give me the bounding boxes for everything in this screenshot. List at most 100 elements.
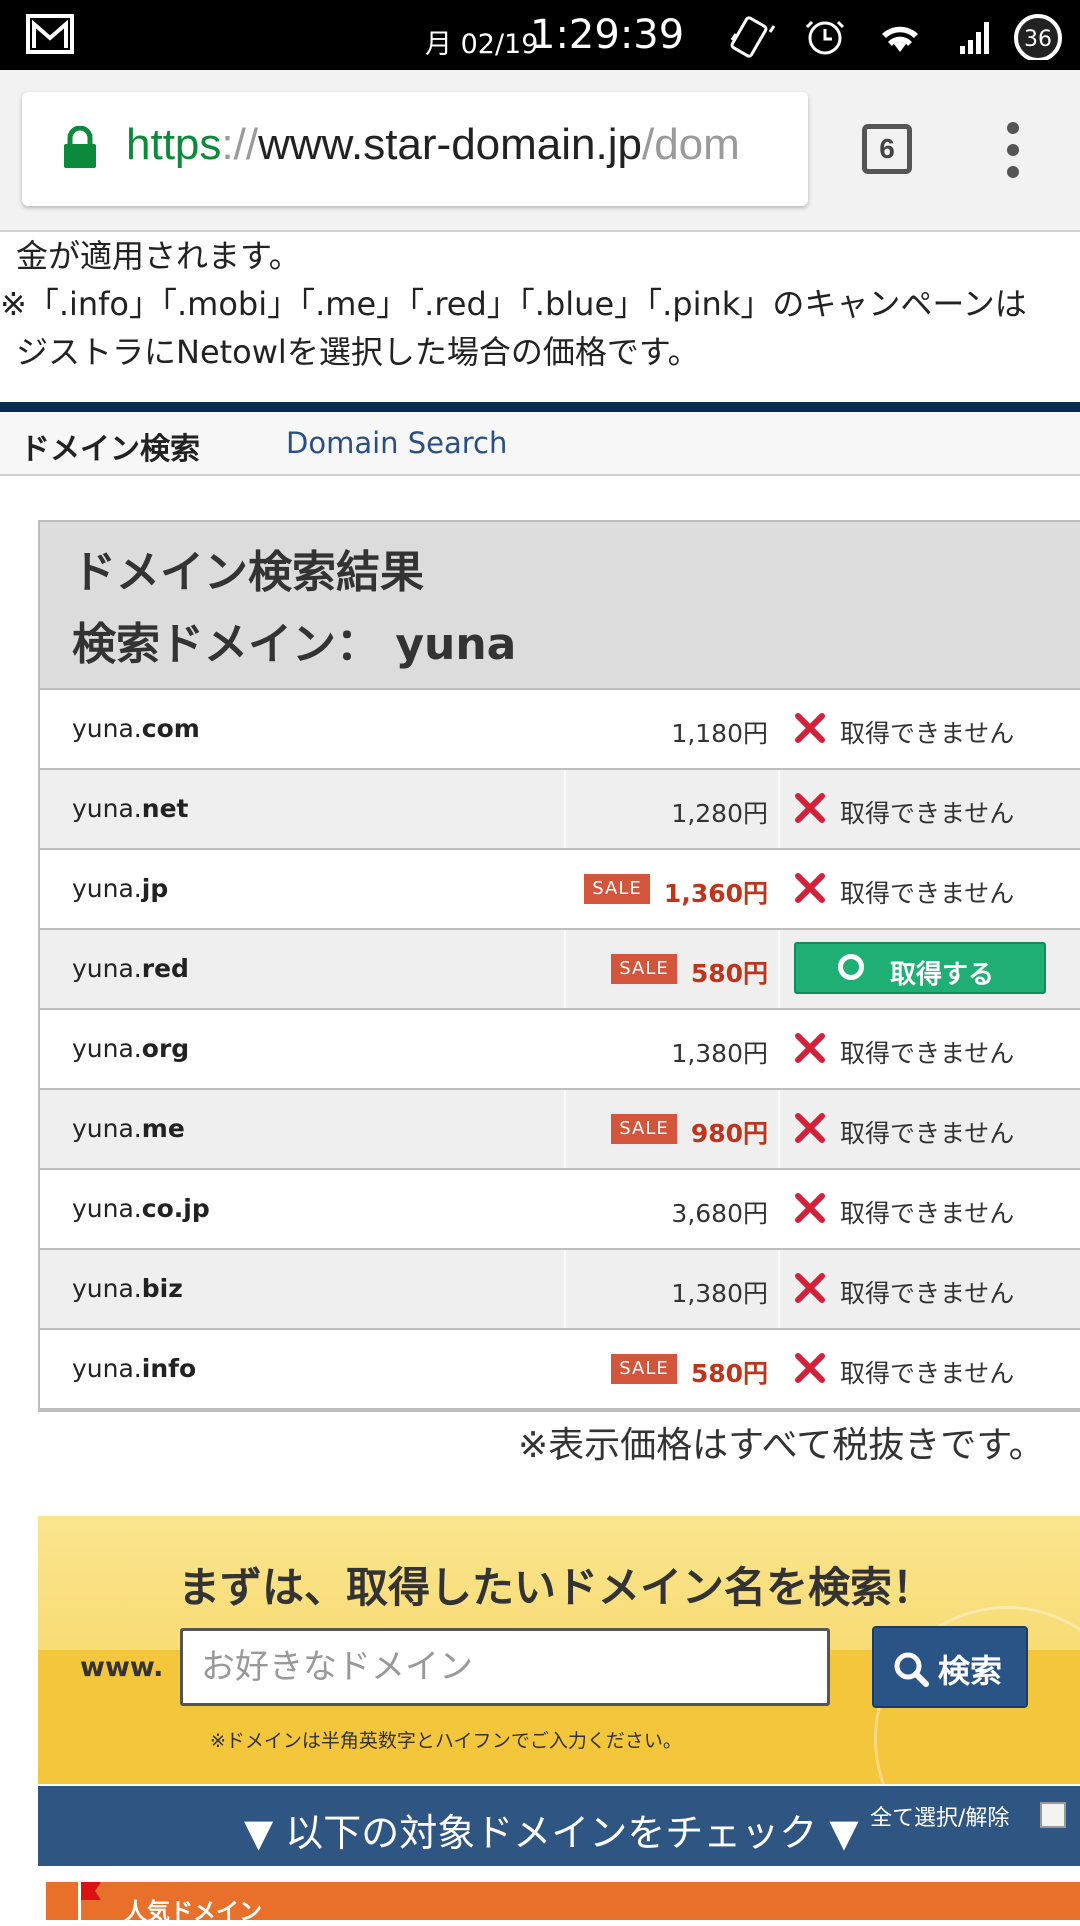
tab-switcher-button[interactable]: 6 — [862, 124, 912, 174]
domain-tld: red — [141, 954, 189, 983]
domain-price: 580円 — [690, 1359, 768, 1388]
get-domain-label: 取得する — [890, 960, 995, 990]
table-row: yuna.jp SALE 1,360円 取得できません — [40, 850, 1080, 930]
cell-divider — [778, 930, 780, 1008]
status-time: 1:29:39 — [530, 12, 685, 58]
tax-note: ※表示価格はすべて税抜きです。 — [518, 1425, 1045, 1466]
domain-label: yuna. — [72, 874, 142, 903]
cell-divider — [778, 1090, 780, 1168]
status-bar: 月 02/19 1:29:39 36 — [0, 0, 1080, 70]
wifi-icon — [882, 26, 918, 52]
overflow-menu-icon[interactable] — [1000, 122, 1026, 186]
results-query: 検索ドメイン： yuna — [72, 619, 517, 670]
unavailable-x-icon — [795, 793, 825, 823]
notice-line-3: ジストラにNetowlを選択した場合の価格です。 — [16, 333, 700, 371]
domain-name: yuna.me — [72, 1114, 185, 1143]
www-prefix: www. — [80, 1652, 164, 1683]
search-button[interactable]: 検索 — [872, 1626, 1028, 1708]
domain-label: yuna. — [72, 1274, 142, 1303]
url-bar[interactable]: https://www.star-domain.jp/dom — [22, 92, 808, 206]
results-header: ドメイン検索結果 検索ドメイン： yuna — [40, 522, 1080, 690]
sale-badge: SALE — [611, 1114, 677, 1144]
domain-price: 980円 — [690, 1119, 768, 1148]
cell-divider — [778, 690, 780, 768]
campaign-notice: 金が適用されます。 ※「.info」「.mobi」「.me」「.red」「.bl… — [0, 232, 1080, 402]
domain-name: yuna.red — [72, 954, 189, 983]
domain-tld: me — [141, 1114, 185, 1143]
circle-icon — [838, 954, 864, 980]
unavailable-x-icon — [795, 713, 825, 743]
cell-divider — [778, 1170, 780, 1248]
unavailable-status: 取得できません — [840, 719, 1015, 748]
url-path: /dom — [641, 120, 740, 169]
domain-label: yuna. — [72, 1354, 142, 1383]
unavailable-x-icon — [795, 1273, 825, 1303]
cell-divider — [778, 1250, 780, 1328]
results-rows: yuna.com 1,180円 取得できません yuna.net 1,280円 取得できま… — [40, 690, 1080, 1410]
cell-divider — [778, 1330, 780, 1408]
domain-name: yuna.biz — [72, 1274, 183, 1303]
search-hint: ※ドメインは半角英数字とハイフンでご入力ください。 — [210, 1730, 682, 1752]
cell-divider — [564, 1330, 566, 1408]
section-heading: ドメイン検索 Domain Search — [0, 412, 1080, 476]
domain-search-input[interactable] — [180, 1628, 830, 1706]
domain-price: 3,680円 — [671, 1199, 768, 1228]
status-icons: 36 — [730, 14, 1062, 60]
cell-divider — [564, 1170, 566, 1248]
table-row: yuna.net 1,280円 取得できません — [40, 770, 1080, 850]
browser-toolbar: https://www.star-domain.jp/dom 6 — [0, 70, 1080, 232]
url-scheme: https — [126, 120, 222, 169]
sale-badge: SALE — [611, 1354, 677, 1384]
unavailable-status: 取得できません — [840, 799, 1015, 828]
unavailable-status: 取得できません — [840, 1039, 1015, 1068]
cell-divider — [564, 1010, 566, 1088]
domain-label: yuna. — [72, 1034, 142, 1063]
domain-tld: net — [141, 794, 189, 823]
domain-tld: co.jp — [141, 1194, 210, 1223]
domain-name: yuna.info — [72, 1354, 196, 1383]
domain-price: 1,380円 — [671, 1039, 768, 1068]
url-host: www.star-domain.jp — [258, 120, 642, 169]
unavailable-x-icon — [795, 1113, 825, 1143]
cell-divider — [778, 1010, 780, 1088]
domain-label: yuna. — [72, 954, 142, 983]
gmail-icon — [26, 14, 74, 54]
domain-search-panel: まずは、取得したいドメイン名を検索！ www. 検索 ※ドメインは半角英数字とハ… — [38, 1516, 1080, 1784]
signal-icon — [960, 22, 989, 54]
check-domains-bar: ▼ 以下の対象ドメインをチェック ▼ 全て選択/解除 — [38, 1786, 1080, 1866]
unavailable-status: 取得できません — [840, 1199, 1015, 1228]
table-row: yuna.org 1,380円 取得できません — [40, 1010, 1080, 1090]
check-domains-label: ▼ 以下の対象ドメインをチェック ▼ — [244, 1811, 859, 1855]
unavailable-x-icon — [795, 1353, 825, 1383]
domain-name: yuna.co.jp — [72, 1194, 210, 1223]
url-separator: :// — [221, 120, 259, 169]
domain-price: 580円 — [690, 959, 768, 988]
cell-divider — [564, 770, 566, 848]
url-text: https://www.star-domain.jp/dom — [126, 120, 740, 170]
domain-label: yuna. — [72, 794, 142, 823]
status-date: 月 02/19 — [425, 29, 539, 60]
domain-name: yuna.com — [72, 714, 200, 743]
unavailable-status: 取得できません — [840, 879, 1015, 908]
search-headline: まずは、取得したいドメイン名を検索！ — [178, 1563, 935, 1612]
domain-name: yuna.jp — [72, 874, 168, 903]
section-heading-jp: ドメイン検索 — [20, 432, 200, 467]
table-row: yuna.me SALE 980円 取得できません — [40, 1090, 1080, 1170]
table-row: yuna.com 1,180円 取得できません — [40, 690, 1080, 770]
select-all-checkbox[interactable] — [1040, 1802, 1066, 1828]
domain-tld: info — [141, 1354, 197, 1383]
cell-divider — [778, 770, 780, 848]
domain-tld: com — [141, 714, 200, 743]
domain-tld: jp — [141, 874, 169, 903]
cell-divider — [564, 1250, 566, 1328]
cell-divider — [564, 690, 566, 768]
notice-line-1: 金が適用されます。 — [16, 237, 301, 275]
table-row: yuna.co.jp 3,680円 取得できません — [40, 1170, 1080, 1250]
popular-domains-label: 人気ドメイン — [124, 1899, 262, 1925]
battery-icon: 36 — [1014, 14, 1062, 60]
domain-price: 1,380円 — [671, 1279, 768, 1308]
lock-icon — [64, 126, 96, 168]
results-title: ドメイン検索結果 — [72, 547, 424, 598]
get-domain-button[interactable]: 取得する — [794, 942, 1046, 994]
domain-tld: org — [141, 1034, 190, 1063]
